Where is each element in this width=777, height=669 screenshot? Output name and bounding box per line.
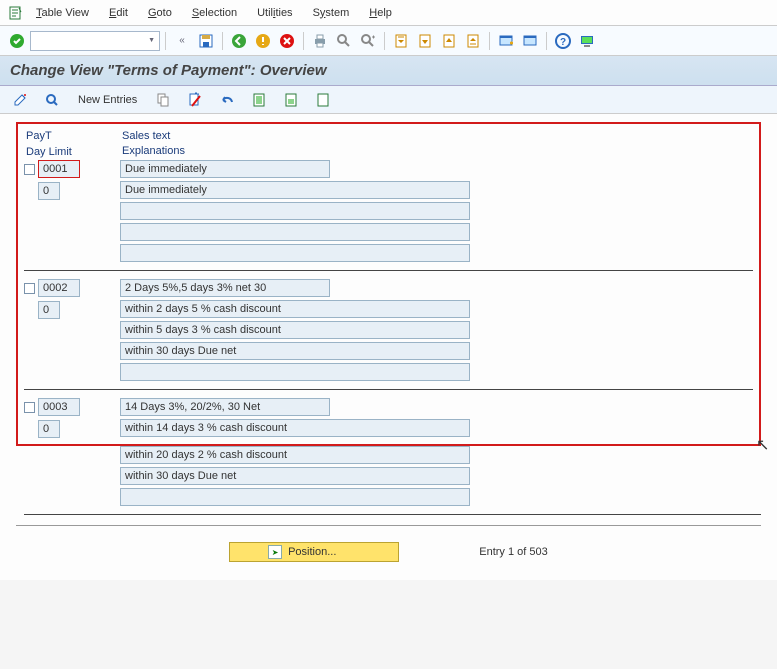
explanation-field[interactable]: Due immediately [120,181,470,199]
find-next-icon[interactable] [357,30,379,52]
cancel-icon[interactable] [276,30,298,52]
enter-icon[interactable] [6,30,28,52]
layout-icon[interactable] [519,30,541,52]
sales-text-field[interactable]: 2 Days 5%,5 days 3% net 30 [120,279,330,297]
explanation-field[interactable] [120,244,470,262]
day-limit-field[interactable]: 0 [38,182,60,200]
svg-text:?: ? [560,37,566,48]
deselect-all-icon[interactable] [309,90,337,110]
explanation-field[interactable] [120,363,470,381]
select-block-icon[interactable] [277,90,305,110]
explanation-field[interactable]: within 20 days 2 % cash discount [120,446,470,464]
explanation-field[interactable]: within 2 days 5 % cash discount [120,300,470,318]
command-field[interactable] [30,31,160,51]
print-icon[interactable] [309,30,331,52]
prev-page-icon[interactable] [414,30,436,52]
exit-icon[interactable] [252,30,274,52]
divider [24,389,753,390]
help-icon[interactable]: ? [552,30,574,52]
highlight-box: PayT Day Limit Sales text Explanations 0… [16,122,761,446]
undo-icon[interactable] [213,90,241,110]
entry-counter: Entry 1 of 503 [479,546,548,558]
payt-field[interactable]: 0001 [38,160,80,178]
toolbar: « ? [0,26,777,56]
select-all-icon[interactable] [245,90,273,110]
position-label: Position... [288,546,336,558]
explanation-field[interactable] [120,488,470,506]
col-explanations: Explanations [120,145,753,157]
app-menu-icon[interactable] [6,4,24,22]
page-title: Change View "Terms of Payment": Overview [0,56,777,86]
menu-utilities[interactable]: Utilities [249,3,300,23]
delete-icon[interactable] [181,90,209,110]
menu-edit[interactable]: Edit [101,3,136,23]
content-area: PayT Day Limit Sales text Explanations 0… [0,114,777,580]
app-toolbar: New Entries [0,86,777,114]
find-icon[interactable] [333,30,355,52]
row-select-checkbox[interactable] [24,402,35,413]
copy-icon[interactable] [149,90,177,110]
separator [222,32,223,50]
separator [489,32,490,50]
details-icon[interactable] [38,90,66,110]
last-page-icon[interactable] [462,30,484,52]
separator [546,32,547,50]
position-arrow-icon: ➤ [268,545,282,559]
new-entries-button[interactable]: New Entries [70,90,145,110]
explanation-field[interactable] [120,223,470,241]
payt-field[interactable]: 0002 [38,279,80,297]
row-select-checkbox[interactable] [24,164,35,175]
next-page-icon[interactable] [438,30,460,52]
divider [24,514,761,515]
collapse-icon[interactable]: « [171,30,193,52]
day-limit-field[interactable]: 0 [38,301,60,319]
menu-help[interactable]: Help [361,3,400,23]
back-icon[interactable] [228,30,250,52]
payt-field[interactable]: 0003 [38,398,80,416]
explanation-field[interactable] [120,202,470,220]
change-icon[interactable] [6,90,34,110]
sales-text-field[interactable]: Due immediately [120,160,330,178]
position-button[interactable]: ➤ Position... [229,542,399,562]
separator [303,32,304,50]
day-limit-field[interactable]: 0 [38,420,60,438]
col-payt: PayT [24,130,114,142]
new-session-icon[interactable] [495,30,517,52]
sales-text-field[interactable]: 14 Days 3%, 20/2%, 30 Net [120,398,330,416]
local-layout-icon[interactable] [576,30,598,52]
menu-goto[interactable]: Goto [140,3,180,23]
row-select-checkbox[interactable] [24,283,35,294]
menu-table-view[interactable]: Table View [28,3,97,23]
divider [24,270,753,271]
explanation-field[interactable]: within 30 days Due net [120,342,470,360]
footer: ➤ Position... Entry 1 of 503 [16,525,761,572]
col-day-limit: Day Limit [24,146,114,158]
separator [165,32,166,50]
first-page-icon[interactable] [390,30,412,52]
explanation-field[interactable]: within 14 days 3 % cash discount [120,419,470,437]
menu-system[interactable]: System [305,3,358,23]
menu-selection[interactable]: Selection [184,3,245,23]
col-sales-text: Sales text [120,130,753,142]
save-icon[interactable] [195,30,217,52]
explanation-field[interactable]: within 30 days Due net [120,467,470,485]
menubar: Table View Edit Goto Selection Utilities… [0,0,777,26]
explanation-field[interactable]: within 5 days 3 % cash discount [120,321,470,339]
separator [384,32,385,50]
